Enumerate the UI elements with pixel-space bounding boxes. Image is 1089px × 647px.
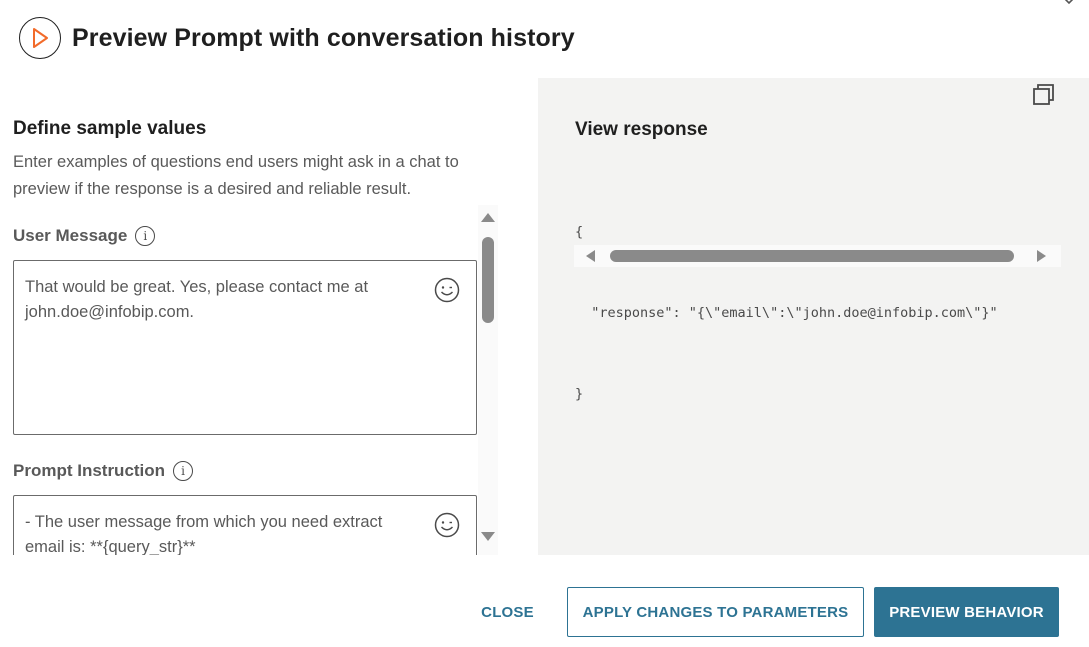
prompt-instruction-label: Prompt Instruction i — [13, 461, 194, 481]
prompt-instruction-input[interactable]: - The user message from which you need e… — [13, 495, 477, 555]
horizontal-scrollbar[interactable] — [574, 245, 1061, 267]
section-description: Enter examples of questions end users mi… — [13, 153, 459, 198]
response-panel: View response { "response": "{\"email\":… — [538, 78, 1089, 555]
dialog-header: Preview Prompt with conversation history — [19, 17, 575, 59]
emoji-icon[interactable] — [434, 277, 460, 303]
info-icon[interactable]: i — [135, 226, 156, 246]
apply-changes-button[interactable]: APPLY CHANGES TO PARAMETERS — [567, 587, 864, 637]
sample-values-panel: Define sample values Enter examples of q… — [13, 118, 498, 555]
user-message-input[interactable]: That would be great. Yes, please contact… — [13, 260, 477, 435]
info-icon[interactable]: i — [173, 461, 194, 481]
close-icon[interactable] — [1058, 0, 1080, 8]
prompt-instruction-label-text: Prompt Instruction — [13, 461, 166, 480]
vertical-scrollbar[interactable] — [478, 205, 498, 555]
scroll-up-arrow-icon[interactable] — [481, 213, 495, 222]
response-code: { "response": "{\"email\":\"john.doe@inf… — [575, 165, 1061, 462]
scroll-right-arrow-icon[interactable] — [1037, 250, 1046, 262]
close-button[interactable]: CLOSE — [470, 587, 545, 637]
play-circle-icon — [19, 17, 61, 59]
response-title: View response — [575, 119, 708, 140]
scroll-down-arrow-icon[interactable] — [481, 532, 495, 541]
prompt-instruction-value: - The user message from which you need e… — [25, 513, 383, 555]
user-message-value: That would be great. Yes, please contact… — [25, 278, 369, 321]
scrollbar-thumb[interactable] — [610, 250, 1014, 262]
user-message-label: User Message i — [13, 226, 156, 246]
dialog-title: Preview Prompt with conversation history — [72, 23, 575, 52]
code-line: "response": "{\"email\":\"john.doe@infob… — [575, 305, 998, 321]
section-title: Define sample values — [13, 118, 207, 139]
preview-behavior-button[interactable]: PREVIEW BEHAVIOR — [874, 587, 1059, 637]
scrollbar-thumb[interactable] — [482, 237, 494, 323]
user-message-label-text: User Message — [13, 226, 128, 245]
scroll-left-arrow-icon[interactable] — [586, 250, 595, 262]
code-line: { — [575, 224, 584, 240]
code-line: } — [575, 386, 584, 402]
emoji-icon[interactable] — [434, 512, 460, 538]
copy-icon[interactable] — [1032, 83, 1056, 107]
